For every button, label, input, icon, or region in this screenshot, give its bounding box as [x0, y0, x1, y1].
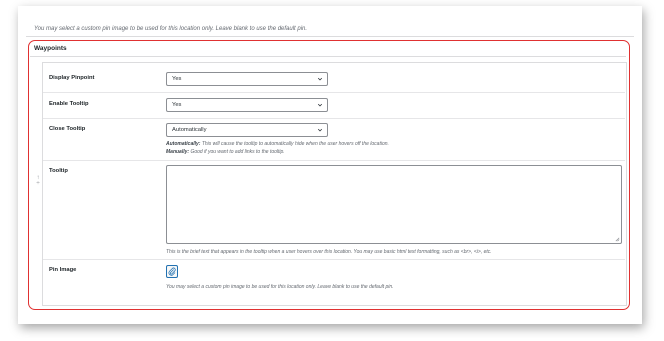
pin-image-label: Pin Image — [49, 267, 77, 273]
chevron-down-icon — [317, 77, 323, 81]
close-tooltip-label: Close Tooltip — [49, 126, 86, 132]
enable-tooltip-label: Enable Tooltip — [49, 101, 89, 107]
enable-tooltip-value: Yes — [172, 102, 182, 108]
desc-key: Automatically: — [166, 141, 201, 147]
section-divider — [30, 56, 626, 57]
close-tooltip-select[interactable]: Automatically — [166, 123, 328, 137]
paperclip-icon — [168, 267, 176, 276]
desc-text: Good if you want to add links to the too… — [189, 149, 285, 155]
chevron-down-icon — [317, 103, 323, 107]
pin-image-description: You may select a custom pin image to be … — [166, 284, 394, 290]
desc-text: This will cause the tooltip to automatic… — [200, 141, 389, 147]
pin-image-button[interactable] — [166, 265, 178, 278]
tooltip-label: Tooltip — [49, 168, 68, 174]
row-divider — [43, 160, 625, 161]
display-pinpoint-label: Display Pinpoint — [49, 75, 95, 81]
drag-handle-icon[interactable]: ↑ ÷ — [35, 175, 41, 193]
chevron-down-icon — [317, 128, 323, 132]
divider — [26, 36, 634, 37]
display-pinpoint-value: Yes — [172, 76, 182, 82]
close-tooltip-value: Automatically — [172, 127, 207, 133]
close-tooltip-description-auto: Automatically: This will cause the toolt… — [166, 141, 389, 147]
desc-key: Manually: — [166, 149, 190, 155]
tooltip-description: This is the brief text that appears in t… — [166, 249, 492, 255]
section-title: Waypoints — [34, 45, 67, 52]
top-note: You may select a custom pin image to be … — [34, 26, 308, 32]
close-tooltip-description-manual: Manually: Good if you want to add links … — [166, 149, 285, 155]
resize-handle-icon[interactable] — [615, 237, 620, 242]
row-divider — [43, 259, 625, 260]
row-divider — [43, 118, 625, 119]
tooltip-textarea[interactable] — [166, 165, 622, 244]
enable-tooltip-select[interactable]: Yes — [166, 98, 328, 112]
display-pinpoint-select[interactable]: Yes — [166, 72, 328, 86]
row-divider — [43, 92, 625, 93]
